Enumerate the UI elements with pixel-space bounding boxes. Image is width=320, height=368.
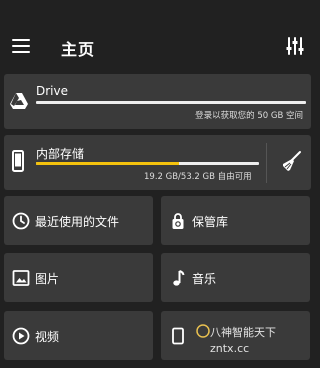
app-bar: 主页	[0, 0, 315, 70]
vault-tile[interactable]: 保管库	[161, 196, 310, 245]
tune-filter-icon[interactable]	[285, 36, 305, 56]
phone-icon	[12, 150, 24, 172]
drive-card[interactable]: Drive 登录以获取您的 50 GB 空间	[4, 74, 311, 129]
image-icon	[12, 270, 30, 286]
recent-files-tile[interactable]: 最近使用的文件	[4, 196, 153, 245]
images-tile[interactable]: 图片	[4, 253, 153, 302]
hamburger-menu-icon[interactable]	[12, 39, 30, 53]
page-title: 主页	[61, 40, 96, 59]
tile-label: 图片	[35, 272, 60, 286]
storage-progress-bar	[36, 162, 259, 165]
storage-usage-text: 19.2 GB/53.2 GB 自由可用	[144, 172, 252, 182]
tile-label: 视频	[35, 330, 60, 344]
google-drive-icon	[10, 93, 28, 109]
tile-label: 最近使用的文件	[35, 215, 120, 229]
vault-lock-icon	[172, 213, 184, 229]
play-circle-icon	[12, 327, 30, 345]
video-tile[interactable]: 视频	[4, 311, 153, 360]
app-icon	[172, 327, 184, 345]
tile-label: 音乐	[192, 272, 217, 286]
music-tile[interactable]: 音乐	[161, 253, 310, 302]
music-note-icon	[173, 270, 185, 286]
divider	[266, 143, 267, 183]
drive-label: Drive	[36, 84, 68, 98]
storage-label: 内部存储	[36, 147, 85, 161]
tile-label: 保管库	[192, 215, 229, 229]
apps-tile[interactable]	[161, 311, 310, 360]
drive-progress-bar	[36, 101, 306, 104]
drive-subtitle: 登录以获取您的 50 GB 空间	[195, 111, 303, 121]
broom-clean-icon[interactable]	[280, 150, 302, 172]
internal-storage-card[interactable]: 内部存储 19.2 GB/53.2 GB 自由可用	[4, 135, 311, 190]
clock-icon	[12, 212, 30, 230]
storage-progress-fill	[36, 162, 179, 165]
